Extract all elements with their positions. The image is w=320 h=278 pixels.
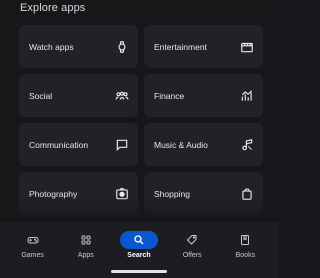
apps-grid-icon bbox=[69, 231, 103, 249]
category-label: Music & Audio bbox=[154, 139, 208, 150]
explore-apps-screen: Explore apps Watch apps Entertainment So… bbox=[0, 0, 278, 278]
nav-label: Search bbox=[127, 252, 151, 259]
music-note-icon bbox=[240, 138, 254, 152]
category-tile-photography[interactable]: Photography bbox=[19, 172, 138, 215]
category-label: Watch apps bbox=[29, 41, 74, 52]
category-tile-finance[interactable]: Finance bbox=[144, 74, 263, 117]
nav-item-books[interactable]: Books bbox=[220, 222, 270, 278]
category-grid: Watch apps Entertainment Social Finance … bbox=[19, 25, 263, 215]
category-tile-music-audio[interactable]: Music & Audio bbox=[144, 123, 263, 166]
tag-icon bbox=[175, 231, 209, 249]
nav-label: Books bbox=[235, 252, 256, 259]
book-icon bbox=[228, 231, 262, 249]
nav-label: Offers bbox=[182, 252, 202, 259]
nav-item-games[interactable]: Games bbox=[8, 222, 58, 278]
category-tile-social[interactable]: Social bbox=[19, 74, 138, 117]
watch-icon bbox=[115, 40, 129, 54]
category-label: Communication bbox=[29, 139, 89, 150]
section-title: Explore apps bbox=[20, 2, 86, 14]
clapperboard-icon bbox=[240, 40, 254, 54]
category-label: Social bbox=[29, 90, 53, 101]
category-tile-shopping[interactable]: Shopping bbox=[144, 172, 263, 215]
camera-icon bbox=[115, 187, 129, 201]
category-label: Photography bbox=[29, 188, 78, 199]
gamepad-icon bbox=[16, 231, 50, 249]
category-label: Shopping bbox=[154, 188, 190, 199]
category-tile-communication[interactable]: Communication bbox=[19, 123, 138, 166]
nav-item-offers[interactable]: Offers bbox=[167, 222, 217, 278]
category-tile-watch-apps[interactable]: Watch apps bbox=[19, 25, 138, 68]
nav-label: Apps bbox=[77, 252, 94, 259]
chat-bubble-icon bbox=[115, 138, 129, 152]
home-indicator[interactable] bbox=[111, 270, 167, 273]
people-icon bbox=[115, 89, 129, 103]
finance-icon bbox=[240, 89, 254, 103]
shopping-bag-icon bbox=[240, 187, 254, 201]
nav-item-apps[interactable]: Apps bbox=[61, 222, 111, 278]
nav-label: Games bbox=[21, 252, 44, 259]
search-icon bbox=[119, 231, 158, 249]
category-label: Finance bbox=[154, 90, 185, 101]
category-tile-entertainment[interactable]: Entertainment bbox=[144, 25, 263, 68]
category-label: Entertainment bbox=[154, 41, 207, 52]
